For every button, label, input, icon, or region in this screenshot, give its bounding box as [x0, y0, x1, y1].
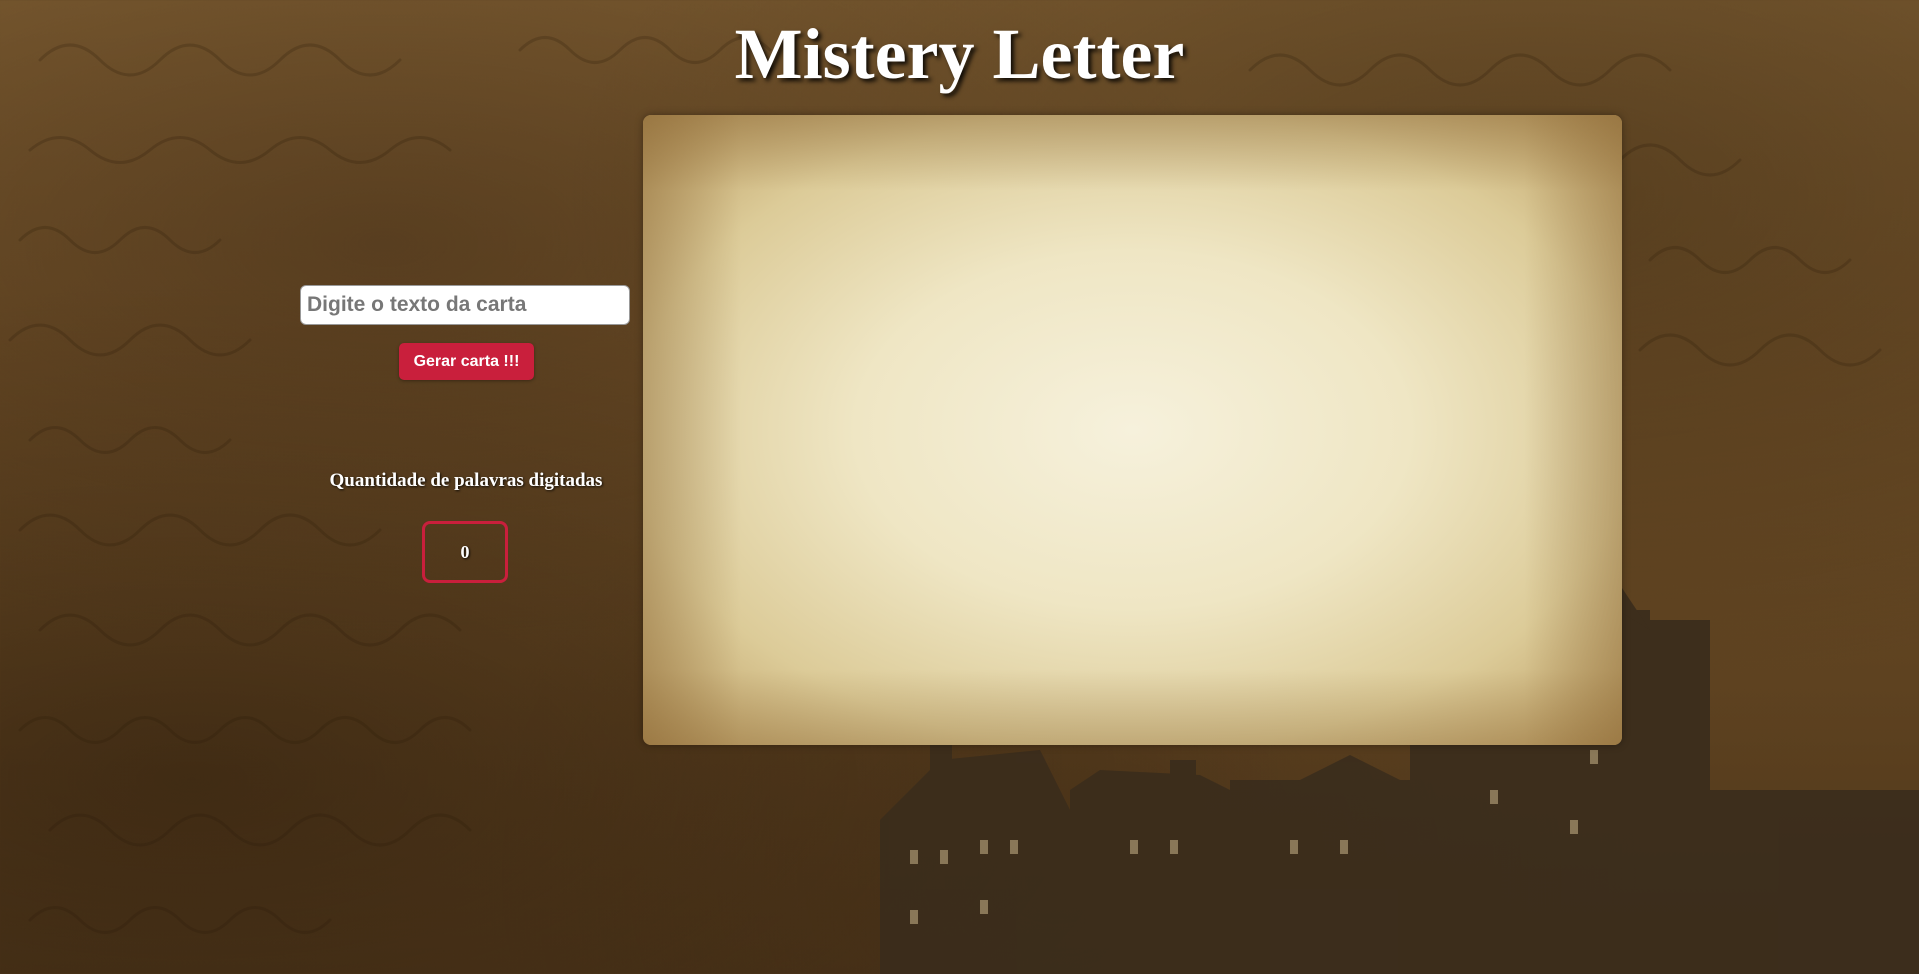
letter-paper [643, 115, 1622, 745]
word-count-value: 0 [460, 541, 470, 562]
word-count-box: 0 [422, 521, 508, 583]
letter-text-input[interactable] [300, 285, 630, 325]
generate-letter-button[interactable]: Gerar carta !!! [399, 343, 534, 380]
word-count-label: Quantidade de palavras digitadas [329, 470, 603, 491]
letter-content [643, 137, 1622, 197]
page-title: Mistery Letter [734, 14, 1185, 94]
